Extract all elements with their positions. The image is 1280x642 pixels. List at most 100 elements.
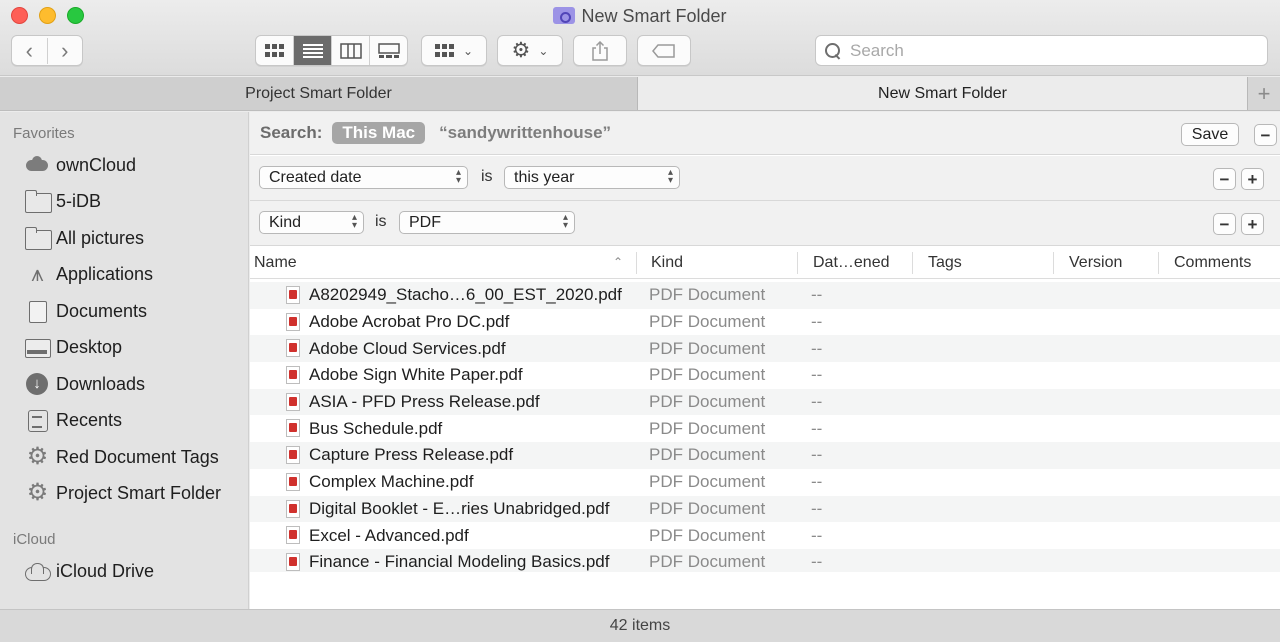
scope-user-folder[interactable]: “sandywrittenhouse” bbox=[439, 123, 611, 143]
tab-new-smart-folder[interactable]: New Smart Folder bbox=[638, 77, 1247, 110]
rule-attribute-select[interactable]: Kind ▴ ▾ bbox=[259, 211, 364, 234]
search-rule-row: Kind ▴ ▾ is PDF ▴ ▾ − + bbox=[250, 201, 1280, 246]
columns-icon bbox=[339, 42, 362, 59]
chevron-right-icon[interactable]: › bbox=[46, 37, 83, 64]
sidebar-item-project-smart-folder[interactable]: ⚙ Project Smart Folder bbox=[25, 478, 221, 508]
remove-rule-button[interactable]: − bbox=[1213, 213, 1236, 235]
favorites-heading: Favorites bbox=[13, 125, 75, 142]
column-header-tags[interactable]: Tags bbox=[924, 246, 1054, 279]
chevron-left-icon[interactable]: ‹ bbox=[12, 38, 47, 64]
pdf-file-icon bbox=[286, 526, 300, 545]
document-icon bbox=[25, 300, 50, 323]
item-count: 42 items bbox=[609, 617, 671, 634]
table-row[interactable]: Bus Schedule.pdf PDF Document -- bbox=[250, 415, 1280, 443]
table-row[interactable]: Complex Machine.pdf PDF Document -- bbox=[250, 468, 1280, 496]
smart-folder-icon bbox=[553, 7, 576, 24]
table-row[interactable]: Adobe Sign White Paper.pdf PDF Document -- bbox=[250, 362, 1280, 389]
table-row[interactable]: Adobe Cloud Services.pdf PDF Document -- bbox=[250, 335, 1280, 363]
column-divider[interactable] bbox=[1053, 252, 1054, 274]
list-icon bbox=[302, 43, 323, 58]
column-divider[interactable] bbox=[636, 252, 637, 274]
save-button[interactable]: Save bbox=[1181, 123, 1239, 146]
sidebar-item-icloud-drive[interactable]: iCloud Drive bbox=[25, 556, 154, 586]
table-row[interactable]: Excel - Advanced.pdf PDF Document -- bbox=[250, 522, 1280, 549]
tag-icon bbox=[652, 43, 675, 58]
pdf-file-icon bbox=[286, 392, 300, 411]
sidebar-item-desktop[interactable]: Desktop bbox=[25, 332, 122, 362]
list-view-button[interactable] bbox=[293, 36, 331, 65]
download-icon bbox=[25, 373, 50, 395]
updown-arrows-icon: ▴ ▾ bbox=[667, 167, 673, 186]
remove-search-button[interactable]: − bbox=[1254, 124, 1277, 146]
column-divider[interactable] bbox=[912, 252, 913, 274]
sidebar-item-owncloud[interactable]: ownCloud bbox=[25, 150, 136, 180]
tab-bar: Project Smart Folder New Smart Folder + bbox=[0, 77, 1280, 111]
pdf-file-icon bbox=[286, 499, 300, 518]
column-divider[interactable] bbox=[797, 252, 798, 274]
group-by-button[interactable]: ⌄ bbox=[421, 35, 487, 66]
chevron-down-icon: ⌄ bbox=[538, 43, 549, 58]
table-row[interactable]: Capture Press Release.pdf PDF Document -- bbox=[250, 442, 1280, 469]
group-grid-icon bbox=[434, 43, 454, 57]
add-rule-button[interactable]: + bbox=[1241, 168, 1264, 190]
scope-this-mac[interactable]: This Mac bbox=[332, 122, 426, 144]
table-row[interactable]: Digital Booklet - E…ries Unabridged.pdf P… bbox=[250, 495, 1280, 523]
sidebar-item-downloads[interactable]: Downloads bbox=[25, 369, 145, 399]
icon-view-button[interactable] bbox=[256, 36, 293, 65]
rule-value-select[interactable]: PDF ▴ ▾ bbox=[399, 211, 575, 234]
sidebar-item-recents[interactable]: Recents bbox=[25, 405, 122, 435]
updown-arrows-icon: ▴ ▾ bbox=[562, 212, 568, 231]
column-header-version[interactable]: Version bbox=[1065, 246, 1157, 279]
plus-icon: + bbox=[1257, 80, 1271, 106]
tab-project-smart-folder[interactable]: Project Smart Folder bbox=[0, 77, 638, 110]
folder-icon bbox=[25, 227, 52, 250]
gallery-view-button[interactable] bbox=[369, 36, 407, 65]
pdf-file-icon bbox=[286, 446, 300, 465]
pdf-file-icon bbox=[286, 312, 300, 331]
column-header-name[interactable]: Name bbox=[250, 246, 635, 279]
desktop-icon bbox=[25, 336, 51, 358]
view-mode-group bbox=[255, 35, 408, 66]
cloud-icon bbox=[25, 154, 50, 176]
add-rule-button[interactable]: + bbox=[1241, 213, 1264, 235]
sidebar-item-applications[interactable]: ⩚ Applications bbox=[25, 259, 153, 289]
applications-icon: ⩚ bbox=[31, 261, 44, 286]
share-button[interactable] bbox=[573, 35, 627, 66]
tags-button[interactable] bbox=[637, 35, 691, 66]
sidebar-item-documents[interactable]: Documents bbox=[25, 296, 147, 326]
action-menu-button[interactable]: ⚙ ⌄ bbox=[497, 35, 563, 66]
column-view-button[interactable] bbox=[331, 36, 369, 65]
sidebar: Favorites ownCloud 5-iDB All pictures ⩚ A… bbox=[0, 112, 249, 609]
table-row[interactable]: ASIA - PFD Press Release.pdf PDF Document… bbox=[250, 388, 1280, 416]
sidebar-item-all-pictures[interactable]: All pictures bbox=[25, 223, 144, 253]
share-icon bbox=[592, 40, 608, 61]
table-row[interactable]: Adobe Acrobat Pro DC.pdf PDF Document -- bbox=[250, 308, 1280, 336]
rule-value-select[interactable]: this year ▴ ▾ bbox=[504, 166, 680, 189]
gallery-icon bbox=[377, 42, 400, 58]
sidebar-item-5-idb[interactable]: 5-iDB bbox=[25, 186, 101, 216]
column-header-comments[interactable]: Comments bbox=[1170, 246, 1280, 279]
icloud-heading: iCloud bbox=[13, 531, 56, 548]
gear-icon: ⚙ bbox=[511, 39, 531, 62]
gear-icon: ⚙ bbox=[26, 443, 49, 470]
rule-attribute-select[interactable]: Created date ▴ ▾ bbox=[259, 166, 468, 189]
column-divider[interactable] bbox=[1158, 252, 1159, 274]
search-field[interactable] bbox=[815, 35, 1268, 66]
rule-operator: is bbox=[375, 213, 387, 230]
table-row[interactable]: A8202949_Stacho…6_00_EST_2020.pdf PDF Doc… bbox=[250, 282, 1280, 309]
remove-rule-button[interactable]: − bbox=[1213, 168, 1236, 190]
search-input[interactable] bbox=[850, 40, 1250, 61]
table-row[interactable]: Finance - Financial Modeling Basics.pdf P… bbox=[250, 548, 1280, 572]
recents-icon bbox=[25, 409, 50, 432]
folder-icon bbox=[25, 190, 52, 213]
search-rule-row: Created date ▴ ▾ is this year ▴ ▾ − + bbox=[250, 156, 1280, 201]
search-scope-bar: Search: This Mac “sandywrittenhouse” Sav… bbox=[250, 112, 1280, 155]
pdf-file-icon bbox=[286, 419, 300, 438]
pdf-file-icon bbox=[286, 339, 300, 358]
column-header-kind[interactable]: Kind bbox=[647, 246, 797, 279]
sort-ascending-icon: ⌃ bbox=[613, 255, 624, 269]
column-header-date-opened[interactable]: Dat…ened bbox=[809, 246, 912, 279]
new-tab-button[interactable]: + bbox=[1247, 77, 1280, 110]
sidebar-item-red-document-tags[interactable]: ⚙ Red Document Tags bbox=[25, 442, 219, 472]
grid-icon bbox=[264, 43, 284, 57]
